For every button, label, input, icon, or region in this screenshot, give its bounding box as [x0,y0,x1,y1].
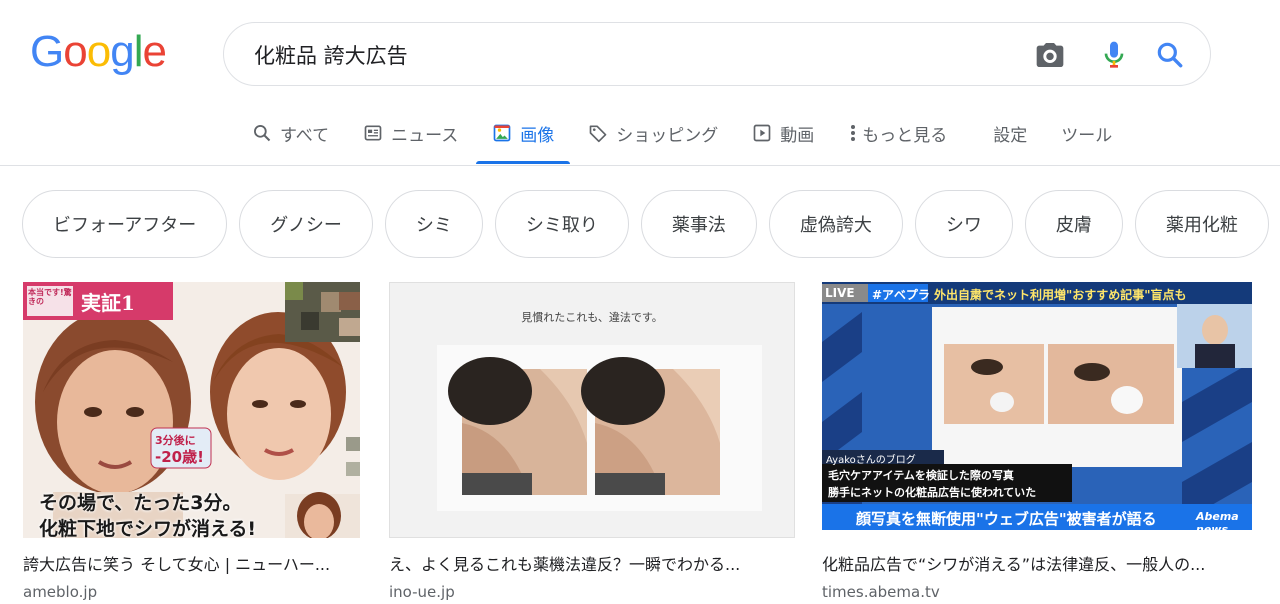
image-icon [492,123,512,143]
bubble-text: -20歳! [155,448,204,466]
search-input[interactable]: 化粧品 誇大広告 [254,40,408,70]
chip[interactable]: シワ [914,190,1013,258]
microphone-icon[interactable] [1098,39,1130,71]
chip[interactable]: 薬事法 [640,190,757,258]
news-headline: 外出自粛でネット利用増"おすすめ記事"盲点も [934,288,1187,302]
result-title[interactable]: 誇大広告に笑う そして女心 | ニューハー... [23,551,360,575]
related-search-chips: ビフォーアフター グノシー シミ シミ取り 薬事法 虚偽誇大 シワ 皮膚 薬用化… [22,190,1280,258]
result-title[interactable]: え、よく見るこれも薬機法違反？一瞬でわかる... [389,551,795,575]
result-site[interactable]: times.abema.tv [822,583,1252,601]
tab-label: もっと見る [862,125,948,146]
tools-label: ツール [1061,125,1113,146]
tab-label: 画像 [520,125,555,146]
tab-label: 動画 [780,125,815,146]
blog-label: Ayakoさんのブログ [826,455,916,466]
result-thumbnail[interactable]: LIVE #アベプラ 外出自粛でネット利用増"おすすめ記事"盲点も Ayakoさ… [822,282,1252,530]
live-badge: LIVE [825,286,855,300]
caption-line: 勝手にネットの化粧品広告に使われていた [828,486,1037,499]
logo-letter: G [30,27,64,76]
search-box[interactable]: 化粧品 誇大広告 [223,22,1211,86]
tools-link[interactable]: ツール [1061,118,1112,148]
logo-letter: g [110,27,135,76]
result-site[interactable]: ameblo.jp [23,583,360,601]
result-site[interactable]: ino-ue.jp [389,583,795,601]
chip[interactable]: シミ取り [494,190,629,258]
tab-more[interactable]: もっと見る [848,118,947,148]
search-tabs: すべて ニュース 画像 ショッピング 動画 もっと見る 設定 ツール [252,118,1146,166]
news-banner: 顔写真を無断使用"ウェブ広告"被害者が語る [856,510,1157,528]
play-icon [752,123,772,143]
chip[interactable]: 虚偽誇大 [768,190,903,258]
tab-all[interactable]: すべて [252,118,329,148]
logo-letter: o [86,27,112,76]
image-results: 本当です!驚きの 実証1 3分後に -20歳! その場で、たった3分。 化粧下地… [0,282,1280,604]
settings-label: 設定 [993,125,1028,146]
caption-line: 毛穴ケアアイテムを検証した際の写真 [828,469,1014,482]
chip[interactable]: 皮膚 [1024,190,1123,258]
active-tab-indicator [476,161,571,164]
comparison-photo [437,345,762,511]
chip[interactable]: 薬用化粧 [1134,190,1269,258]
tag-icon [588,123,608,143]
result-thumbnail[interactable]: 見慣れたこれも、違法です。 [389,282,795,538]
tab-label: ニュース [391,125,459,146]
search-icon[interactable] [1154,39,1186,71]
result-title[interactable]: 化粧品広告で“シワが消える”は法律違反、一般人の... [822,551,1252,575]
image-result[interactable]: 本当です!驚きの 実証1 3分後に -20歳! その場で、たった3分。 化粧下地… [23,282,360,601]
news-icon [363,123,383,143]
google-logo[interactable]: Google [30,27,167,76]
image-result[interactable]: LIVE #アベプラ 外出自粛でネット利用増"おすすめ記事"盲点も Ayakoさ… [822,282,1252,601]
result-thumbnail[interactable]: 本当です!驚きの 実証1 3分後に -20歳! その場で、たった3分。 化粧下地… [23,282,360,538]
settings-link[interactable]: 設定 [993,118,1027,148]
abema-watermark: Abema news [1196,510,1239,530]
logo-letter: e [142,27,167,76]
caption-line: 化粧下地でシワが消える! [39,518,257,538]
tab-label: ショッピング [616,125,719,146]
tab-label: すべて [280,125,330,146]
logo-letter: l [133,27,144,76]
camera-icon[interactable] [1034,39,1066,71]
search-icon [252,123,272,143]
logo-letter: o [63,27,88,76]
caption-line: その場で、たった3分。 [39,492,242,514]
hashtag-badge: #アベプラ [872,288,930,302]
tab-videos[interactable]: 動画 [752,118,814,148]
chip[interactable]: シミ [384,190,483,258]
proof-badge: 実証1 [81,291,135,315]
header: Google 化粧品 誇大広告 すべて ニュース 画像 ショッピング 動画 もっ… [0,0,1280,166]
chip[interactable]: グノシー [239,190,373,258]
tab-news[interactable]: ニュース [363,118,458,148]
corner-label: 本当です!驚きの [28,288,72,306]
tab-images[interactable]: 画像 [476,118,571,164]
image-result[interactable]: 見慣れたこれも、違法です。 え、よく見るこれも薬機法違反？一瞬でわかる... i… [389,282,795,601]
more-vert-icon [848,123,858,143]
chip[interactable]: ビフォーアフター [22,190,228,258]
tab-shopping[interactable]: ショッピング [588,118,718,148]
